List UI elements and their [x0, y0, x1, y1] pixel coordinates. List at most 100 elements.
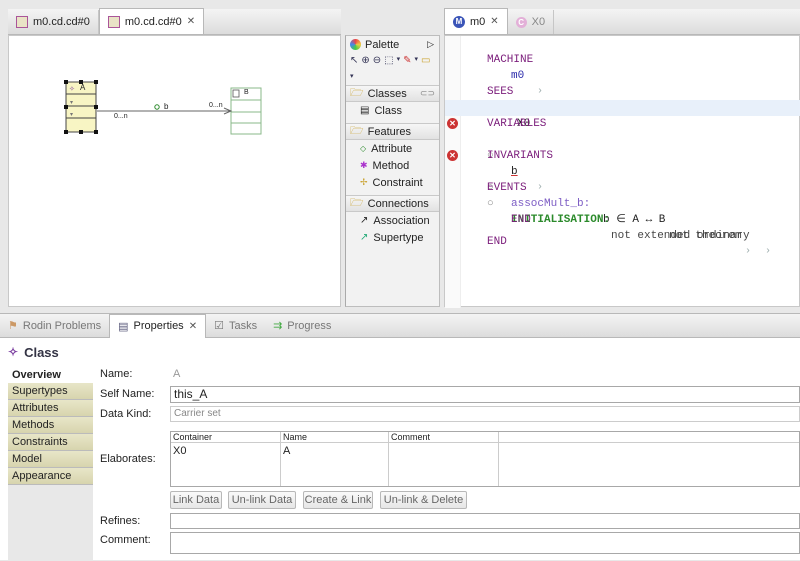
tab-label: m0 — [470, 15, 486, 28]
data-kind-field[interactable]: Carrier set — [170, 406, 800, 422]
machine-name-line: m0 › — [445, 52, 800, 97]
data-kind-label: Data Kind: — [100, 408, 152, 420]
table-row[interactable]: X0 A — [171, 443, 799, 486]
tab-context-x0[interactable]: C X0 — [508, 10, 555, 34]
palette-drawer-connections[interactable]: 🗁 Connections — [346, 195, 439, 212]
method-icon: ✱ — [360, 160, 368, 170]
tasks-icon: ☑ — [214, 320, 224, 332]
tab-progress[interactable]: ⇉ Progress — [265, 314, 339, 338]
column-header[interactable]: Name — [281, 432, 389, 442]
error-icon: ✕ — [447, 118, 458, 129]
diagram-file-icon — [107, 15, 120, 28]
drawer-label: Classes — [367, 87, 407, 100]
section-constraints[interactable]: Constraints — [8, 434, 93, 451]
section-model[interactable]: Model — [8, 451, 93, 468]
chevron-right-icon: › — [765, 246, 772, 257]
pin-icon[interactable]: ⊂⊃ — [420, 88, 435, 99]
tab-label: Rodin Problems — [22, 319, 102, 332]
properties-icon: ▤ — [118, 320, 129, 333]
folder-tool-icon[interactable]: ▭ — [421, 55, 430, 69]
event-end-line: END — [445, 196, 800, 226]
refines-field[interactable] — [170, 513, 800, 529]
table-header: Container Name Comment — [171, 432, 799, 443]
link-data-button[interactable]: Link Data — [170, 491, 222, 509]
machine-end-line: END — [445, 218, 800, 248]
invariants-line: INVARIANTS — [445, 132, 800, 162]
close-icon[interactable]: ✕ — [189, 321, 197, 332]
self-name-field[interactable]: this_A — [170, 386, 800, 403]
palette-item-supertype[interactable]: ↗ Supertype — [346, 229, 439, 246]
dropdown-icon[interactable]: ▾ — [415, 55, 419, 69]
section-appearance[interactable]: Appearance — [8, 468, 93, 485]
comment-field[interactable] — [170, 532, 800, 554]
palette-title: Palette — [365, 38, 400, 51]
close-icon[interactable]: ✕ — [187, 16, 195, 27]
constraint-icon: ✢ — [360, 177, 368, 187]
section-label: Attributes — [12, 402, 59, 414]
column-header[interactable]: Comment — [389, 432, 499, 442]
tab-label: Tasks — [228, 319, 258, 332]
unlink-data-button[interactable]: Un-link Data — [228, 491, 296, 509]
palette-drawer-classes[interactable]: 🗁 Classes ⊂⊃ — [346, 85, 439, 102]
palette-item-label: Association — [373, 214, 430, 227]
tab-label: Properties — [133, 320, 184, 332]
select-tool-icon[interactable]: ↖ — [350, 55, 358, 69]
machine-end-keyword: END — [487, 236, 507, 248]
palette-drawer-features[interactable]: 🗁 Features — [346, 123, 439, 140]
palette-item-method[interactable]: ✱ Method — [346, 157, 439, 174]
section-supertypes[interactable]: Supertypes — [8, 383, 93, 400]
association-label: b — [164, 102, 169, 111]
machine-editor-tabbar: M m0 ✕ C X0 — [444, 8, 800, 35]
bottom-panel: ⚑ Rodin Problems ▤ Properties ✕ ☑ Tasks … — [0, 313, 800, 561]
zoom-out-icon[interactable]: ⊖ — [373, 55, 381, 69]
sees-line: SEES — [445, 68, 800, 98]
folder-open-icon: 🗁 — [350, 197, 364, 209]
tab-machine-m0[interactable]: M m0 ✕ — [444, 8, 508, 34]
properties-heading: ✧ Class — [8, 342, 59, 362]
marquee-tool-icon[interactable]: ⬚ — [384, 55, 393, 69]
class-icon: ▤ — [360, 105, 370, 116]
tab-diagram-1[interactable]: m0.cd.cd#0 — [8, 10, 99, 34]
close-icon[interactable]: ✕ — [490, 16, 498, 27]
palette: Palette ▷ ↖ ⊕ ⊖ ⬚ ▾ ✎ ▾ ▭ ▾ 🗁 Classes ⊂⊃… — [345, 35, 440, 307]
dropdown-icon[interactable]: ▾ — [397, 55, 401, 69]
diagram-tabbar: m0.cd.cd#0 m0.cd.cd#0 ✕ — [8, 8, 341, 35]
section-overview[interactable]: Overview — [8, 366, 93, 383]
note-tool-icon[interactable]: ✎ — [403, 55, 411, 69]
column-header[interactable]: Container — [171, 432, 281, 442]
create-link-button[interactable]: Create & Link — [303, 491, 373, 509]
diagram-canvas[interactable]: ✧ ▾ ▾ A B b 0...n 0...n — [8, 35, 341, 307]
invariant-line: ✕ ○ assocMult_b: b ∈ A ↔ B not theorem › — [445, 148, 800, 257]
folder-open-icon: 🗁 — [350, 125, 364, 137]
machine-editor[interactable]: MACHINE m0 › SEES ○ X0 VARIABLES ✕ ○ b ›… — [444, 35, 800, 308]
tab-label: Progress — [287, 319, 332, 332]
tab-properties[interactable]: ▤ Properties ✕ — [109, 313, 207, 338]
tab-rodin-problems[interactable]: ⚑ Rodin Problems — [0, 314, 109, 338]
section-methods[interactable]: Methods — [8, 417, 93, 434]
palette-item-label: Constraint — [372, 176, 423, 189]
palette-item-label: Method — [372, 159, 410, 172]
tab-tasks[interactable]: ☑ Tasks — [206, 314, 265, 338]
palette-item-class[interactable]: ▤ Class — [346, 102, 439, 119]
unlink-delete-button[interactable]: Un-link & Delete — [380, 491, 467, 509]
dropdown-icon[interactable]: ▾ — [350, 72, 354, 83]
section-label: Appearance — [12, 470, 72, 482]
palette-item-constraint[interactable]: ✢ Constraint — [346, 174, 439, 191]
zoom-in-icon[interactable]: ⊕ — [361, 55, 369, 69]
palette-item-label: Class — [374, 104, 402, 117]
palette-toolbar: ↖ ⊕ ⊖ ⬚ ▾ ✎ ▾ ▭ ▾ — [346, 53, 439, 85]
name-label: Name: — [100, 368, 133, 380]
palette-item-label: Attribute — [371, 142, 413, 155]
palette-collapse-icon[interactable]: ▷ — [427, 39, 434, 50]
section-list: Overview Supertypes Attributes Methods C… — [8, 366, 93, 561]
diagram-file-icon — [16, 16, 28, 28]
elaborates-table[interactable]: Container Name Comment X0 A — [170, 431, 800, 487]
palette-item-attribute[interactable]: ◇ Attribute — [346, 140, 439, 157]
tab-diagram-2[interactable]: m0.cd.cd#0 ✕ — [98, 8, 205, 34]
section-attributes[interactable]: Attributes — [8, 400, 93, 417]
svg-text:▾: ▾ — [70, 99, 73, 106]
self-name-label: Self Name: — [100, 388, 155, 400]
machine-icon: M — [453, 15, 465, 28]
palette-item-association[interactable]: ↗ Association — [346, 212, 439, 229]
palette-icon — [350, 39, 361, 50]
